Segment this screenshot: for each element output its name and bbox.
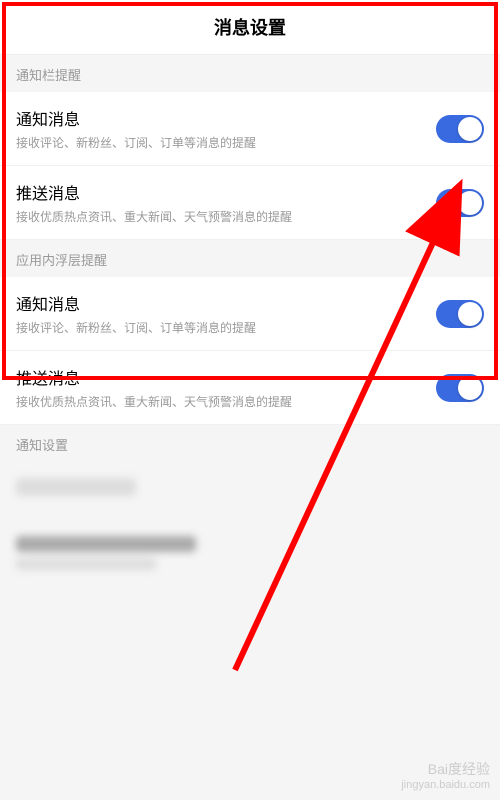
setting-desc: 接收评论、新粉丝、订阅、订单等消息的提醒 bbox=[16, 134, 436, 151]
toggle-knob bbox=[458, 302, 482, 326]
toggle-knob bbox=[458, 191, 482, 215]
setting-item-notification-message-1[interactable]: 通知消息 接收评论、新粉丝、订阅、订单等消息的提醒 bbox=[0, 92, 500, 166]
notification-message-toggle-1[interactable] bbox=[436, 115, 484, 143]
section-header-notification-settings: 通知设置 bbox=[0, 425, 500, 462]
notification-message-toggle-2[interactable] bbox=[436, 300, 484, 328]
blurred-content bbox=[0, 462, 500, 616]
setting-desc: 接收评论、新粉丝、订阅、订单等消息的提醒 bbox=[16, 319, 436, 336]
setting-text: 通知消息 接收评论、新粉丝、订阅、订单等消息的提醒 bbox=[16, 106, 436, 151]
watermark-logo: Bai度经验 bbox=[401, 760, 490, 778]
setting-text: 推送消息 接收优质热点资讯、重大新闻、天气预警消息的提醒 bbox=[16, 365, 436, 410]
setting-item-push-message-2[interactable]: 推送消息 接收优质热点资讯、重大新闻、天气预警消息的提醒 bbox=[0, 351, 500, 425]
setting-title: 推送消息 bbox=[16, 365, 436, 389]
setting-text: 推送消息 接收优质热点资讯、重大新闻、天气预警消息的提醒 bbox=[16, 180, 436, 225]
toggle-knob bbox=[458, 117, 482, 141]
toggle-knob bbox=[458, 376, 482, 400]
section-header-notification-bar: 通知栏提醒 bbox=[0, 55, 500, 92]
section-header-in-app: 应用内浮层提醒 bbox=[0, 240, 500, 277]
push-message-toggle-1[interactable] bbox=[436, 189, 484, 217]
setting-title: 通知消息 bbox=[16, 106, 436, 130]
push-message-toggle-2[interactable] bbox=[436, 374, 484, 402]
setting-title: 推送消息 bbox=[16, 180, 436, 204]
setting-desc: 接收优质热点资讯、重大新闻、天气预警消息的提醒 bbox=[16, 393, 436, 410]
page-title: 消息设置 bbox=[0, 14, 500, 40]
settings-screen: 消息设置 通知栏提醒 通知消息 接收评论、新粉丝、订阅、订单等消息的提醒 推送消… bbox=[0, 0, 500, 800]
setting-item-push-message-1[interactable]: 推送消息 接收优质热点资讯、重大新闻、天气预警消息的提醒 bbox=[0, 166, 500, 240]
page-header: 消息设置 bbox=[0, 0, 500, 55]
setting-item-notification-message-2[interactable]: 通知消息 接收评论、新粉丝、订阅、订单等消息的提醒 bbox=[0, 277, 500, 351]
setting-desc: 接收优质热点资讯、重大新闻、天气预警消息的提醒 bbox=[16, 208, 436, 225]
watermark: Bai度经验 jingyan.baidu.com bbox=[401, 760, 490, 792]
watermark-url: jingyan.baidu.com bbox=[401, 778, 490, 792]
setting-text: 通知消息 接收评论、新粉丝、订阅、订单等消息的提醒 bbox=[16, 291, 436, 336]
setting-title: 通知消息 bbox=[16, 291, 436, 315]
